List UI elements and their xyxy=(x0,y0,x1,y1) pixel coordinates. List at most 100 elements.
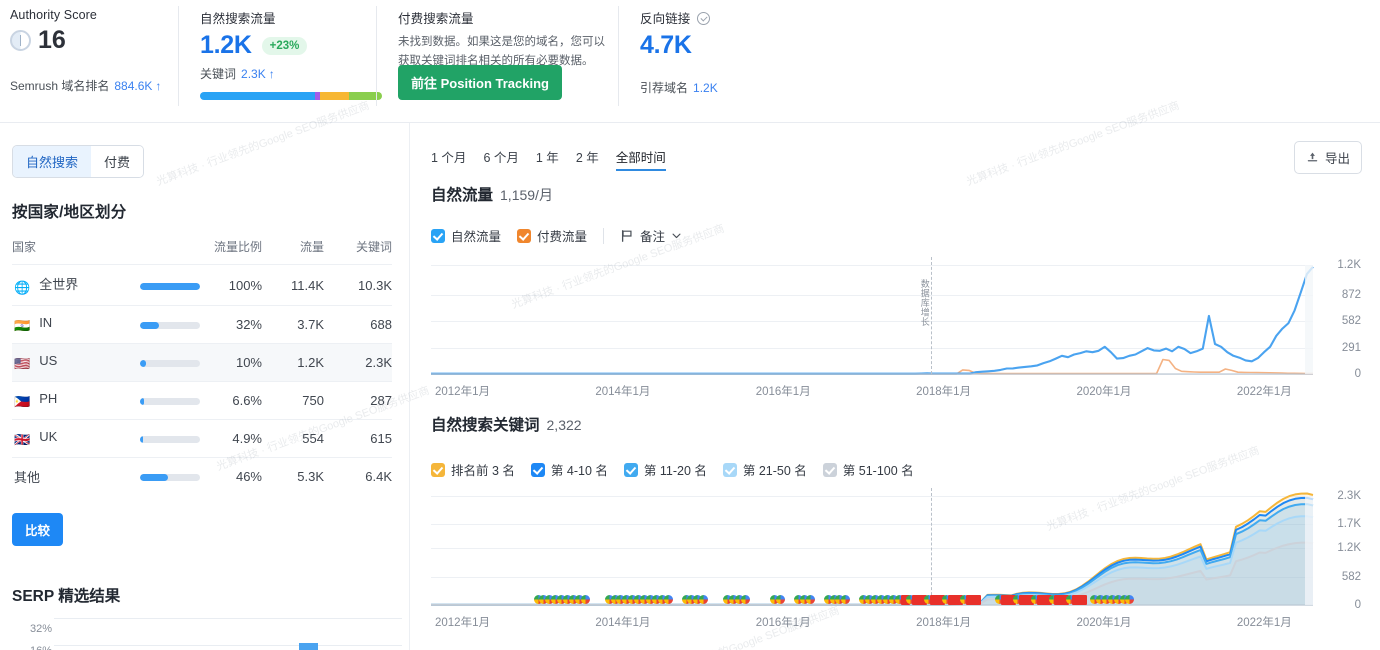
organic-traffic-line-chart: 02915828721.2K2012年1月2014年1月2016年1月2018年… xyxy=(421,257,1371,402)
country-distribution-table: 国家 流量比例 流量 关键词 🌐全世界100%11.4K10.3K🇮🇳IN32%… xyxy=(12,238,392,495)
organic-traffic-chart-title: 自然流量1,159/月 xyxy=(431,183,553,205)
legend-keyword-bucket-2[interactable]: 第 11-20 名 xyxy=(624,460,707,479)
keywords-legend[interactable]: 排名前 3 名 第 4-10 名 第 11-20 名第 21-50 名第 51-10… xyxy=(431,460,914,479)
organic-traffic-chart-subtitle: 1,159/月 xyxy=(500,187,553,203)
google-update-marker[interactable] xyxy=(741,595,750,604)
period-tab-0[interactable]: 1 个月 xyxy=(431,147,466,171)
table-row[interactable]: 🇺🇸US10%1.2K2.3K xyxy=(12,344,392,382)
checkbox-keyword-bucket-2[interactable] xyxy=(624,463,638,477)
col-country: 国家 xyxy=(12,238,90,265)
table-row[interactable]: 其他46%5.3K6.4K xyxy=(12,458,392,496)
google-update-marker[interactable] xyxy=(664,595,673,604)
referring-domains-label: 引荐域名 xyxy=(640,81,688,95)
share-bar xyxy=(140,322,200,329)
semrush-domain-overview: Authority Score 16 Semrush 域名排名884.6K↑ 自… xyxy=(0,0,1380,650)
legend-keyword-bucket-label: 第 11-20 名 xyxy=(644,460,707,479)
tab-organic-search[interactable]: 自然搜索 xyxy=(13,146,91,177)
keywords-cell[interactable]: 287 xyxy=(324,382,392,420)
share-pct-cell: 10% xyxy=(200,344,262,382)
table-row[interactable]: 🌐全世界100%11.4K10.3K xyxy=(12,265,392,306)
table-row[interactable]: 🇵🇭PH6.6%750287 xyxy=(12,382,392,420)
share-bar xyxy=(140,360,200,367)
time-period-selector[interactable]: 1 个月 6 个月 1 年 2 年全部时间 xyxy=(431,147,666,171)
serp-features-chart: 0%16%32% xyxy=(12,618,402,650)
legend-organic-traffic-label: 自然流量 xyxy=(451,226,501,245)
share-pct-cell: 6.6% xyxy=(200,382,262,420)
keywords-cell: 10.3K xyxy=(324,265,392,306)
traffic-cell[interactable]: 3.7K xyxy=(262,306,324,344)
metric-organic-traffic: 自然搜索流量 1.2K +23% 关键词2.3K↑ xyxy=(178,0,376,122)
share-bar xyxy=(140,474,200,481)
search-type-tabs[interactable]: 自然搜索 付费 xyxy=(12,145,144,178)
series-line xyxy=(431,360,1313,375)
checkbox-organic-traffic[interactable] xyxy=(431,229,445,243)
keyword-distribution-bar xyxy=(200,92,382,100)
period-tab-3[interactable]: 2 年 xyxy=(576,147,599,171)
google-update-marker[interactable] xyxy=(581,595,590,604)
compare-button[interactable]: 比较 xyxy=(12,513,63,546)
backlinks-label-text: 反向链接 xyxy=(640,12,690,26)
checkbox-paid-traffic[interactable] xyxy=(517,229,531,243)
serp-bar[interactable] xyxy=(295,643,322,650)
share-pct-cell: 4.9% xyxy=(200,420,262,458)
chart-edge-band xyxy=(1305,265,1313,374)
share-pct-cell: 46% xyxy=(200,458,262,496)
legend-keyword-bucket-label: 第 4-10 名 xyxy=(551,460,608,479)
share-bar-cell xyxy=(90,420,200,458)
traffic-cell: 11.4K xyxy=(262,265,324,306)
keywords-cell[interactable]: 688 xyxy=(324,306,392,344)
authority-score-value: 16 xyxy=(38,28,66,53)
legend-keyword-bucket-0[interactable]: 排名前 3 名 xyxy=(431,460,515,479)
keywords-cell[interactable]: 2.3K xyxy=(324,344,392,382)
export-button[interactable]: 导出 xyxy=(1294,141,1362,174)
notes-dropdown[interactable]: 备注 xyxy=(620,226,682,245)
kw-segment-top3 xyxy=(200,92,315,100)
google-update-marker[interactable] xyxy=(1078,595,1087,605)
position-tracking-button[interactable]: 前往 Position Tracking xyxy=(398,65,562,100)
legend-paid-traffic[interactable]: 付费流量 xyxy=(517,226,587,245)
legend-organic-traffic[interactable]: 自然流量 xyxy=(431,226,501,245)
serp-y-tick: 32% xyxy=(30,623,52,635)
period-tab-4[interactable]: 全部时间 xyxy=(616,147,666,171)
traffic-cell[interactable]: 554 xyxy=(262,420,324,458)
google-update-marker[interactable] xyxy=(972,595,981,605)
tab-paid-search[interactable]: 付费 xyxy=(91,146,143,177)
legend-keyword-bucket-1[interactable]: 第 4-10 名 xyxy=(531,460,608,479)
checkbox-keyword-bucket-3[interactable] xyxy=(723,463,737,477)
google-update-marker[interactable] xyxy=(806,595,815,604)
legend-keyword-bucket-3[interactable]: 第 21-50 名 xyxy=(723,460,807,479)
authority-score-label: Authority Score xyxy=(10,8,158,22)
country-cell: 🌐 全世界 xyxy=(12,265,90,306)
export-label: 导出 xyxy=(1325,148,1350,167)
col-share-bar xyxy=(90,238,200,265)
col-share: 流量比例 xyxy=(200,238,262,265)
info-gauge-icon xyxy=(10,30,31,51)
organic-keywords-chart-title: 自然搜索关键词2,322 xyxy=(431,413,582,435)
traffic-legend[interactable]: 自然流量 付费流量 备注 xyxy=(431,226,682,245)
keywords-cell[interactable]: 615 xyxy=(324,420,392,458)
organic-keywords-foot: 关键词2.3K↑ xyxy=(200,65,275,82)
chart-baseline xyxy=(431,604,1313,606)
period-tab-2[interactable]: 1 年 xyxy=(536,147,559,171)
series-line xyxy=(431,267,1313,374)
organic-keywords-value: 2.3K xyxy=(241,67,266,81)
organic-traffic-change-badge: +23% xyxy=(262,37,308,55)
checkbox-keyword-bucket-0[interactable] xyxy=(431,463,445,477)
country-name: 其他 xyxy=(14,470,40,485)
table-row[interactable]: 🇮🇳IN32%3.7K688 xyxy=(12,306,392,344)
country-name: US xyxy=(39,353,57,368)
legend-keyword-bucket-4[interactable]: 第 51-100 名 xyxy=(823,460,914,479)
flag-icon xyxy=(620,229,634,243)
serp-y-axis: 0%16%32% xyxy=(12,618,52,650)
period-tab-1[interactable]: 6 个月 xyxy=(483,147,518,171)
chevron-down-icon xyxy=(671,230,682,241)
traffic-cell[interactable]: 1.2K xyxy=(262,344,324,382)
table-row[interactable]: 🇬🇧UK4.9%554615 xyxy=(12,420,392,458)
share-bar-cell xyxy=(90,306,200,344)
checkbox-keyword-bucket-1[interactable] xyxy=(531,463,545,477)
country-name: 全世界 xyxy=(39,277,78,292)
flag-icon: 🌐 xyxy=(14,280,30,296)
checkbox-keyword-bucket-4[interactable] xyxy=(823,463,837,477)
traffic-cell[interactable]: 750 xyxy=(262,382,324,420)
flag-icon: 🇮🇳 xyxy=(14,318,30,334)
